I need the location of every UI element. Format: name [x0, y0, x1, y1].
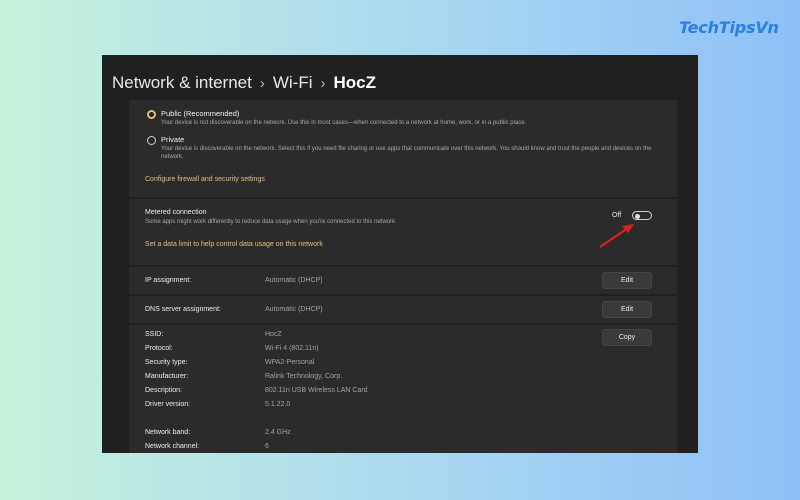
ip-edit-button[interactable]: Edit — [602, 272, 652, 289]
public-option-title: Public (Recommended) — [161, 109, 240, 118]
network-band-label: Network band: — [145, 429, 191, 436]
network-channel-value: 6 — [265, 443, 269, 450]
private-option[interactable]: Private Your device is discoverable on t… — [147, 135, 661, 161]
breadcrumb-current: HocZ — [333, 73, 377, 92]
metered-title: Metered connection — [145, 209, 207, 216]
security-type-value: WPA2-Personal — [265, 359, 315, 366]
driver-version-label: Driver version: — [145, 401, 191, 408]
breadcrumb-wifi[interactable]: Wi-Fi — [273, 73, 313, 93]
protocol-value: Wi-Fi 4 (802.11n) — [265, 345, 319, 352]
watermark-logo: TechTipsVn — [679, 18, 779, 37]
settings-window: Network & internet › Wi-Fi › HocZ Public… — [102, 55, 698, 453]
description-label: Description: — [145, 387, 182, 394]
ip-assignment-row: IP assignment: Automatic (DHCP) Edit — [129, 267, 677, 294]
dns-edit-button[interactable]: Edit — [602, 301, 652, 318]
description-value: 802.11n USB Wireless LAN Card — [265, 387, 368, 394]
private-option-title: Private — [161, 135, 185, 144]
properties-card: Copy SSID: HocZ Protocol: Wi-Fi 4 (802.1… — [129, 325, 677, 453]
manufacturer-value: Ralink Technology, Corp. — [265, 373, 343, 380]
dns-assignment-label: DNS server assignment: — [145, 306, 221, 313]
metered-description: Some apps might work differently to redu… — [145, 219, 396, 225]
ip-assignment-value: Automatic (DHCP) — [265, 277, 323, 284]
breadcrumb: Network & internet › Wi-Fi › HocZ — [112, 72, 376, 94]
ssid-value: HocZ — [265, 331, 282, 338]
copy-button[interactable]: Copy — [602, 329, 652, 346]
breadcrumb-network-internet[interactable]: Network & internet — [112, 73, 252, 93]
breadcrumb-separator: › — [259, 74, 265, 92]
driver-version-value: 5.1.22.0 — [265, 401, 291, 408]
dns-assignment-value: Automatic (DHCP) — [265, 306, 323, 313]
public-radio[interactable] — [147, 110, 156, 119]
private-option-description: Your device is discoverable on the netwo… — [161, 146, 652, 160]
public-option[interactable]: Public (Recommended) Your device is not … — [147, 109, 661, 127]
network-band-value: 2.4 GHz — [265, 429, 291, 436]
protocol-label: Protocol: — [145, 345, 173, 352]
metered-toggle-state: Off — [612, 212, 622, 219]
security-type-label: Security type: — [145, 359, 188, 366]
metered-toggle[interactable] — [632, 211, 652, 220]
toggle-knob — [635, 213, 640, 219]
ssid-label: SSID: — [145, 331, 164, 338]
network-profile-card: Public (Recommended) Your device is not … — [129, 100, 677, 197]
configure-firewall-link[interactable]: Configure firewall and security settings — [145, 175, 265, 184]
breadcrumb-separator: › — [320, 74, 326, 92]
annotation-arrow-icon — [599, 224, 634, 248]
public-option-description: Your device is not discoverable on the n… — [161, 120, 527, 126]
manufacturer-label: Manufacturer: — [145, 373, 189, 380]
metered-connection-card: Metered connection Some apps might work … — [129, 199, 677, 265]
ip-assignment-label: IP assignment: — [145, 277, 192, 284]
network-channel-label: Network channel: — [145, 443, 200, 450]
private-radio[interactable] — [147, 136, 156, 145]
data-limit-link[interactable]: Set a data limit to help control data us… — [145, 240, 323, 249]
dns-assignment-row: DNS server assignment: Automatic (DHCP) … — [129, 296, 677, 323]
